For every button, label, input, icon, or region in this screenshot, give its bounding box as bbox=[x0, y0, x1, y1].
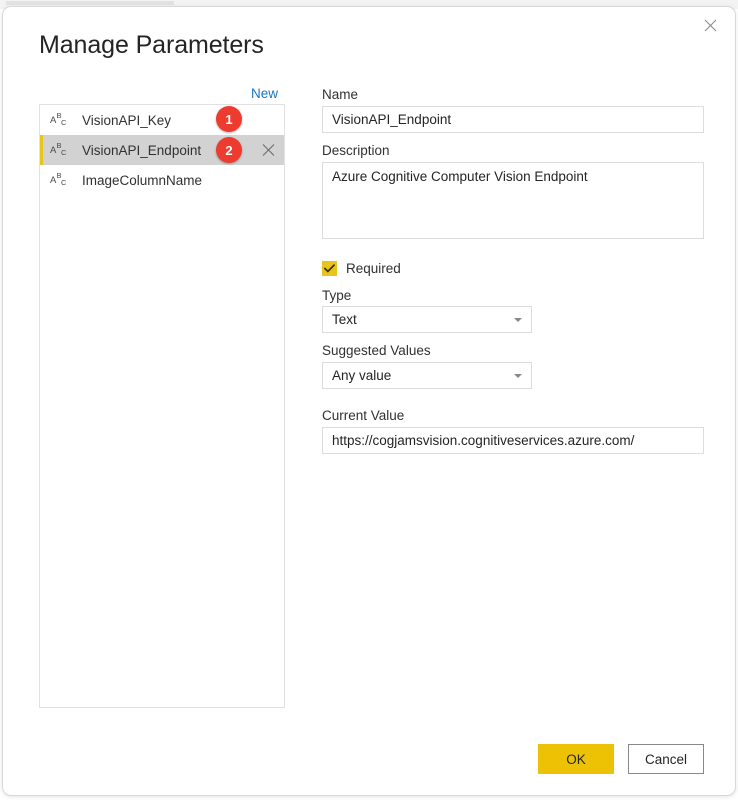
parameter-list[interactable]: ABC VisionAPI_Key ABC VisionAPI_Endpoint… bbox=[39, 104, 285, 708]
chevron-down-icon bbox=[514, 373, 522, 378]
abc-text-type-icon: ABC bbox=[50, 111, 67, 127]
annotation-badge-2: 2 bbox=[216, 137, 242, 163]
required-label: Required bbox=[346, 261, 401, 276]
new-parameter-link[interactable]: New bbox=[251, 86, 278, 101]
manage-parameters-dialog: Manage Parameters New ABC VisionAPI_Key … bbox=[2, 6, 736, 796]
suggested-values-select-value: Any value bbox=[332, 368, 392, 383]
list-item[interactable]: ABC VisionAPI_Endpoint bbox=[40, 135, 284, 165]
list-item[interactable]: ABC VisionAPI_Key bbox=[40, 105, 284, 135]
parameter-name: VisionAPI_Endpoint bbox=[82, 142, 202, 158]
delete-parameter-icon[interactable] bbox=[262, 144, 275, 157]
abc-text-type-icon: ABC bbox=[50, 141, 67, 157]
annotation-badge-1: 1 bbox=[216, 106, 242, 132]
description-textarea[interactable]: Azure Cognitive Computer Vision Endpoint bbox=[322, 162, 704, 239]
close-icon[interactable] bbox=[693, 10, 727, 40]
current-value-label: Current Value bbox=[322, 408, 405, 423]
page-title: Manage Parameters bbox=[39, 31, 264, 59]
parameter-name: ImageColumnName bbox=[82, 172, 203, 188]
list-item[interactable]: ABC ImageColumnName bbox=[40, 165, 284, 195]
chevron-down-icon bbox=[514, 317, 522, 322]
type-select-value: Text bbox=[332, 312, 357, 327]
parameter-name: VisionAPI_Key bbox=[82, 112, 172, 128]
suggested-values-select[interactable]: Any value bbox=[322, 362, 532, 389]
abc-text-type-icon: ABC bbox=[50, 171, 67, 187]
type-label: Type bbox=[322, 288, 352, 303]
type-select[interactable]: Text bbox=[322, 306, 532, 333]
current-value-input[interactable] bbox=[322, 427, 704, 454]
cancel-button[interactable]: Cancel bbox=[628, 744, 704, 774]
required-checkbox[interactable] bbox=[322, 261, 337, 276]
name-label: Name bbox=[322, 87, 359, 102]
required-checkbox-row[interactable]: Required bbox=[322, 261, 401, 276]
description-label: Description bbox=[322, 143, 390, 158]
ok-button[interactable]: OK bbox=[538, 744, 614, 774]
name-input[interactable] bbox=[322, 106, 704, 133]
suggested-values-label: Suggested Values bbox=[322, 343, 431, 358]
